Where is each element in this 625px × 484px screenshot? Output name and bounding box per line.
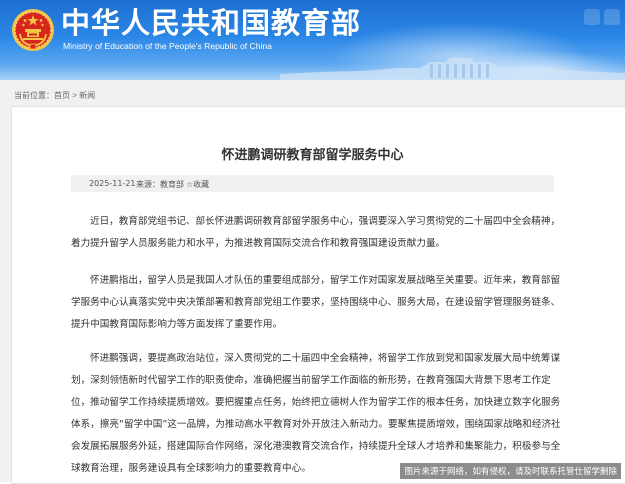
site-subtitle: Ministry of Education of the People's Re… (63, 41, 272, 51)
breadcrumb-news-link[interactable]: 新闻 (79, 91, 95, 100)
accessibility-icon[interactable] (584, 9, 600, 25)
national-emblem-icon[interactable] (11, 8, 55, 52)
site-title[interactable]: 中华人民共和国教育部 (61, 7, 361, 39)
favorite-label: 收藏 (193, 180, 210, 189)
menu-icon[interactable] (604, 9, 620, 25)
article-date: 2025-11-21 (89, 179, 136, 188)
article-paragraph: 怀进鹏指出，留学人员是我国人才队伍的重要组成部分，留学工作对国家发展战略至关重要… (71, 275, 561, 330)
breadcrumb-label: 当前位置： (14, 91, 54, 100)
breadcrumb-home-link[interactable]: 首页 (54, 91, 70, 100)
article-paragraph: 近日，教育部党组书记、部长怀进鹏调研教育部留学服务中心，强调要深入学习贯彻党的二… (71, 216, 561, 249)
article-paragraph: 怀进鹏强调，要提高政治站位，深入贯彻党的二十届四中全会精神，将留学工作放到党和国… (71, 353, 561, 474)
image-caption: 图片来源于网络，如有侵权，请及时联系托管仕留学删除 (400, 463, 621, 479)
breadcrumb-separator: > (72, 91, 77, 100)
breadcrumb: 当前位置：首页 > 新闻 (14, 90, 95, 101)
favorite-button[interactable]: ☆收藏 (186, 179, 209, 190)
site-header: 中华人民共和国教育部 Ministry of Education of the … (0, 0, 625, 80)
building-silhouette (280, 58, 625, 80)
article-source: 来源：教育部 (136, 180, 184, 189)
article-title: 怀进鹏调研教育部留学服务中心 (221, 148, 404, 163)
